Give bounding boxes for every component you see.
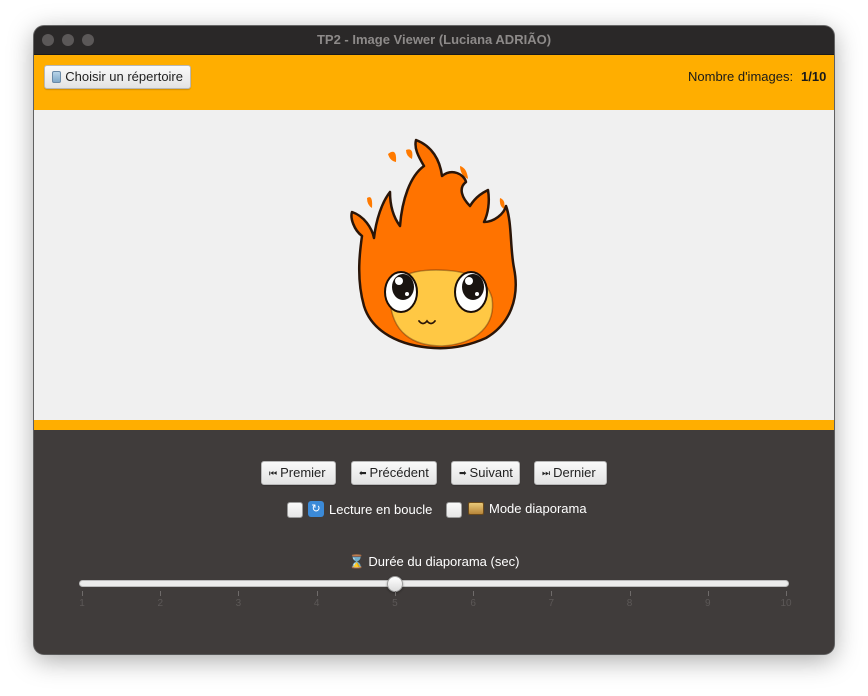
slider-tick-label: 4 bbox=[313, 598, 320, 609]
slideshow-checkbox[interactable] bbox=[446, 502, 462, 518]
image-count-label: Nombre d'images: bbox=[688, 69, 794, 84]
displayed-image bbox=[350, 138, 517, 350]
slideshow-option[interactable]: Mode diaporama bbox=[468, 501, 587, 516]
orange-separator bbox=[34, 420, 834, 430]
slider-tick bbox=[394, 591, 396, 596]
slider-tick bbox=[707, 591, 709, 596]
fire-character-image bbox=[350, 138, 517, 350]
duration-slider-track[interactable] bbox=[79, 580, 789, 587]
arrow-right-icon: ➡ bbox=[459, 468, 466, 478]
slideshow-duration-label: ⌛ Durée du diaporama (sec) bbox=[348, 554, 520, 569]
app-window: TP2 - Image Viewer (Luciana ADRIÃO) Choi… bbox=[34, 26, 834, 654]
controls-panel: ⏮ Premier ⬅ Précédent ➡ Suivant ⏭ Dernie… bbox=[34, 430, 834, 654]
slideshow-label: Mode diaporama bbox=[489, 501, 587, 516]
folder-icon bbox=[52, 71, 62, 83]
choose-directory-button[interactable]: Choisir un répertoire bbox=[44, 65, 191, 89]
right-eye bbox=[454, 271, 488, 313]
slider-tick-label: 10 bbox=[780, 598, 792, 609]
slider-tick-label: 9 bbox=[704, 598, 711, 609]
next-button[interactable]: ➡ Suivant bbox=[451, 461, 520, 485]
loop-label: Lecture en boucle bbox=[329, 501, 433, 517]
last-button-label: Dernier bbox=[553, 465, 596, 480]
next-button-label: Suivant bbox=[469, 465, 513, 480]
slider-tick-label: 7 bbox=[548, 598, 555, 609]
slider-tick bbox=[551, 591, 553, 596]
arrow-left-icon: ⬅ bbox=[359, 468, 366, 478]
skip-last-icon: ⏭ bbox=[542, 468, 550, 478]
slider-tick bbox=[786, 591, 787, 596]
image-display-area bbox=[34, 110, 834, 420]
choose-directory-label: Choisir un répertoire bbox=[65, 69, 183, 84]
duration-slider-thumb[interactable] bbox=[386, 576, 403, 592]
loop-checkbox[interactable] bbox=[287, 502, 303, 518]
slider-tick-label: 2 bbox=[157, 598, 163, 609]
left-eye bbox=[384, 271, 418, 313]
slider-tick-label: 3 bbox=[235, 598, 242, 609]
slider-tick bbox=[82, 591, 83, 596]
slider-tick bbox=[629, 591, 631, 596]
loop-icon: ↻ bbox=[308, 501, 324, 517]
slider-tick-label: 5 bbox=[392, 598, 398, 609]
window-title: TP2 - Image Viewer (Luciana ADRIÃO) bbox=[316, 32, 552, 47]
slider-tick bbox=[316, 591, 318, 596]
last-button[interactable]: ⏭ Dernier bbox=[534, 461, 607, 485]
first-button-label: Premier bbox=[280, 465, 326, 480]
slideshow-icon bbox=[468, 502, 484, 515]
slider-tick-label: 1 bbox=[79, 598, 85, 609]
image-count-value: 1/10 bbox=[801, 69, 827, 84]
title-bar[interactable]: TP2 - Image Viewer (Luciana ADRIÃO) bbox=[34, 26, 834, 55]
slider-tick bbox=[473, 591, 475, 596]
loop-option[interactable]: ↻ Lecture en boucle bbox=[308, 501, 432, 517]
slider-tick bbox=[160, 591, 162, 596]
previous-button-label: Précédent bbox=[369, 465, 429, 480]
slider-tick-label: 6 bbox=[470, 598, 476, 609]
slider-tick-label: 8 bbox=[626, 598, 633, 609]
first-button[interactable]: ⏮ Premier bbox=[261, 461, 336, 485]
previous-button[interactable]: ⬅ Précédent bbox=[351, 461, 437, 485]
top-toolbar: Choisir un répertoire Nombre d'images: 1… bbox=[34, 55, 834, 110]
skip-first-icon: ⏮ bbox=[269, 468, 277, 478]
slider-tick bbox=[238, 591, 240, 596]
